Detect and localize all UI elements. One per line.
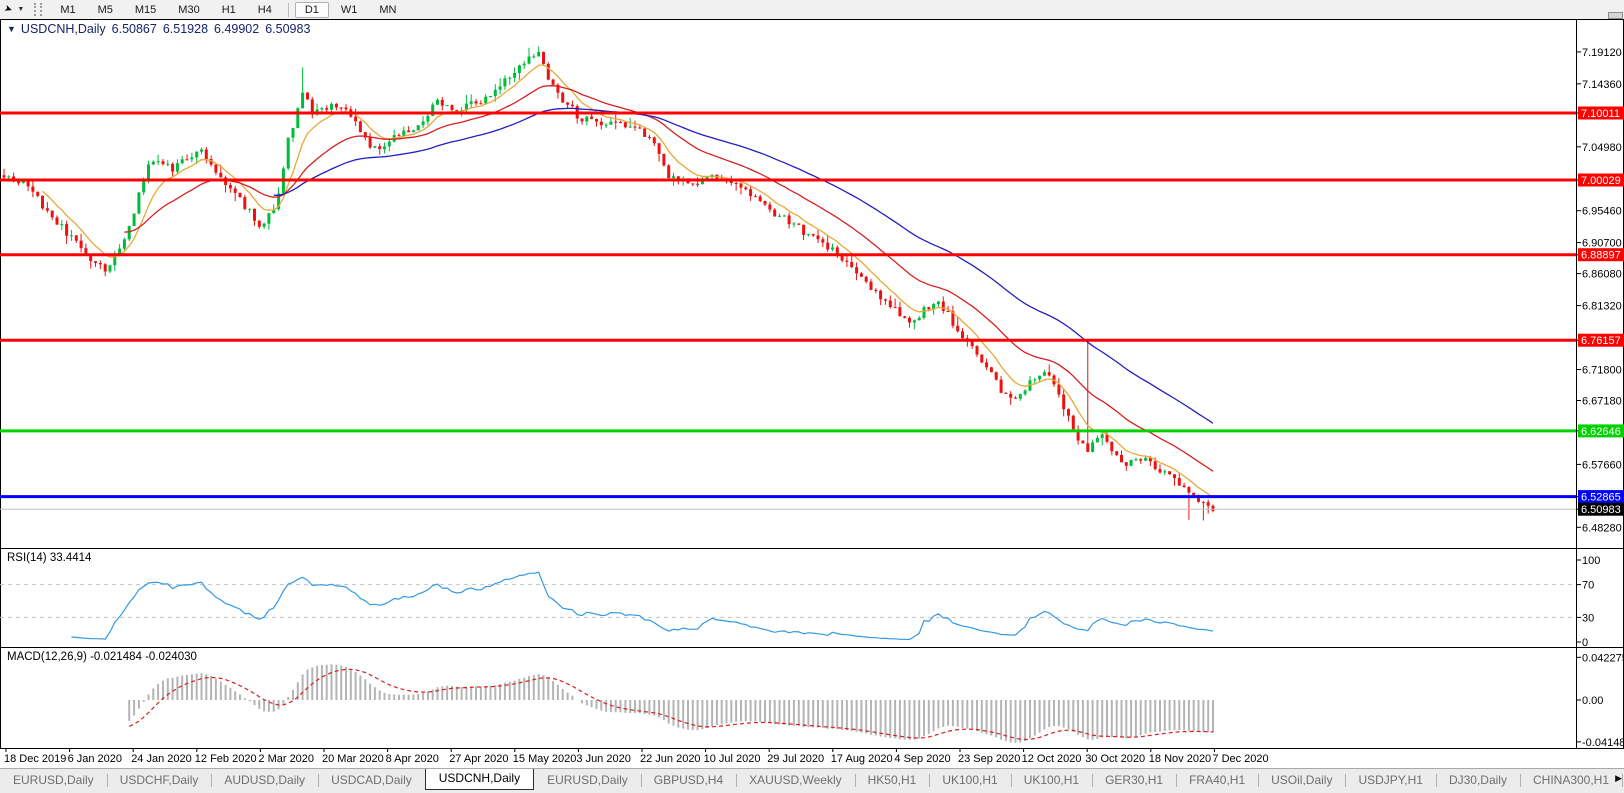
svg-text:18 Dec 2019: 18 Dec 2019 bbox=[4, 753, 66, 765]
tab-item-fra40-h1[interactable]: FRA40,H1 bbox=[1176, 771, 1258, 789]
high-value: 6.51928 bbox=[162, 22, 209, 36]
low-value: 6.49902 bbox=[214, 22, 260, 36]
svg-text:0: 0 bbox=[1582, 637, 1588, 649]
svg-text:6.88897: 6.88897 bbox=[1581, 250, 1621, 262]
svg-text:6.71800: 6.71800 bbox=[1582, 365, 1622, 377]
svg-text:6.95460: 6.95460 bbox=[1582, 206, 1622, 218]
svg-text:20 Mar 2020: 20 Mar 2020 bbox=[322, 753, 384, 765]
mt4-window: ➤ ▼ M1 M5 M15 M30 H1 H4 D1 W1 MN 7.19120 7.14360 7… bbox=[0, 0, 1624, 793]
svg-text:3 Jun 2020: 3 Jun 2020 bbox=[576, 753, 630, 765]
svg-text:70: 70 bbox=[1582, 580, 1594, 592]
svg-text:7.19120: 7.19120 bbox=[1582, 47, 1622, 59]
svg-text:6.81320: 6.81320 bbox=[1582, 301, 1622, 313]
svg-text:27 Apr 2020: 27 Apr 2020 bbox=[449, 753, 508, 765]
svg-text:7.04980: 7.04980 bbox=[1582, 142, 1622, 154]
svg-text:6.50983: 6.50983 bbox=[1581, 504, 1621, 516]
svg-text:23 Sep 2020: 23 Sep 2020 bbox=[958, 753, 1020, 765]
svg-text:10 Jul 2020: 10 Jul 2020 bbox=[704, 753, 761, 765]
close-value: 6.50983 bbox=[265, 22, 311, 36]
macd-label: MACD(12,26,9) -0.021484 -0.024030 bbox=[7, 651, 197, 675]
rsi-label: RSI(14) 33.4414 bbox=[7, 552, 91, 576]
svg-text:6.62646: 6.62646 bbox=[1581, 426, 1621, 438]
svg-text:6.67180: 6.67180 bbox=[1582, 396, 1622, 408]
svg-text:100: 100 bbox=[1582, 555, 1600, 567]
svg-text:6.52865: 6.52865 bbox=[1581, 492, 1621, 504]
rsi-name: RSI(14) bbox=[7, 552, 47, 564]
svg-text:2 Mar 2020: 2 Mar 2020 bbox=[258, 753, 314, 765]
svg-text:22 Jun 2020: 22 Jun 2020 bbox=[640, 753, 701, 765]
tab-item-uk100-h1[interactable]: UK100,H1 bbox=[929, 771, 1010, 789]
tab-item-gbpusd-h4[interactable]: GBPUSD,H4 bbox=[640, 771, 736, 789]
symbol-period-label: USDCNH,Daily bbox=[20, 22, 106, 36]
rsi-value: 33.4414 bbox=[49, 552, 92, 564]
svg-text:6.57660: 6.57660 bbox=[1582, 459, 1622, 471]
svg-text:30 Oct 2020: 30 Oct 2020 bbox=[1085, 753, 1145, 765]
svg-text:12 Oct 2020: 12 Oct 2020 bbox=[1022, 753, 1082, 765]
svg-text:0.042275: 0.042275 bbox=[1582, 652, 1624, 664]
svg-text:6.90700: 6.90700 bbox=[1582, 238, 1622, 250]
svg-text:24 Jan 2020: 24 Jan 2020 bbox=[131, 753, 192, 765]
chart-tab-bar: EURUSD,Daily USDCHF,Daily AUDUSD,Daily USDC… bbox=[0, 768, 1624, 791]
tab-item-china300-h1[interactable]: CHINA300,H1 bbox=[1519, 771, 1622, 789]
chart-canvas[interactable]: 7.19120 7.14360 7.10011 7.04980 7.00029 6.954… bbox=[0, 0, 1624, 768]
tab-item-usdcnh-daily[interactable]: USDCNH,Daily bbox=[424, 769, 535, 790]
svg-text:4 Sep 2020: 4 Sep 2020 bbox=[894, 753, 950, 765]
svg-text:7 Dec 2020: 7 Dec 2020 bbox=[1212, 753, 1268, 765]
svg-text:17 Aug 2020: 17 Aug 2020 bbox=[831, 753, 893, 765]
tab-item-usdcad-daily[interactable]: USDCAD,Daily bbox=[318, 771, 425, 789]
tab-item-usdchf-daily[interactable]: USDCHF,Daily bbox=[106, 771, 212, 789]
svg-text:7.00029: 7.00029 bbox=[1581, 175, 1621, 187]
macd-values: -0.021484 -0.024030 bbox=[90, 651, 197, 663]
svg-text:12 Feb 2020: 12 Feb 2020 bbox=[195, 753, 257, 765]
tab-item-eurusd-daily[interactable]: EURUSD,Daily bbox=[534, 771, 641, 789]
svg-text:29 Jul 2020: 29 Jul 2020 bbox=[767, 753, 824, 765]
tab-item-audusd-daily[interactable]: AUDUSD,Daily bbox=[211, 771, 318, 789]
tab-item-eurusd-daily[interactable]: EURUSD,Daily bbox=[0, 771, 107, 789]
svg-text:18 Nov 2020: 18 Nov 2020 bbox=[1149, 753, 1211, 765]
tab-item-usoil-daily[interactable]: USOil,Daily bbox=[1258, 771, 1345, 789]
svg-text:6.48280: 6.48280 bbox=[1582, 522, 1622, 534]
svg-text:7.10011: 7.10011 bbox=[1581, 108, 1620, 120]
svg-text:7.14360: 7.14360 bbox=[1582, 79, 1622, 91]
svg-text:15 May 2020: 15 May 2020 bbox=[513, 753, 577, 765]
svg-text:0.00: 0.00 bbox=[1582, 695, 1603, 707]
svg-text:6.86080: 6.86080 bbox=[1582, 269, 1622, 281]
tab-item-hk50-h1[interactable]: HK50,H1 bbox=[854, 771, 930, 789]
tab-item-uk100-h1[interactable]: UK100,H1 bbox=[1010, 771, 1092, 789]
svg-text:6.76157: 6.76157 bbox=[1581, 335, 1621, 347]
svg-text:6 Jan 2020: 6 Jan 2020 bbox=[68, 753, 122, 765]
tab-item-dj30-daily[interactable]: DJ30,Daily bbox=[1435, 771, 1520, 789]
symbol-caret-icon[interactable]: ▼ bbox=[7, 24, 16, 34]
chart-ohlc-title: ▼ USDCNH,Daily 6.50867 6.51928 6.49902 6.5098… bbox=[7, 22, 310, 50]
tab-item-ger30-h1[interactable]: GER30,H1 bbox=[1092, 771, 1176, 789]
tab-scroll-right-icon[interactable]: ▶ bbox=[1615, 773, 1622, 784]
svg-text:-0.04148: -0.04148 bbox=[1582, 737, 1624, 749]
tab-item-usdjpy-h1[interactable]: USDJPY,H1 bbox=[1345, 771, 1435, 789]
open-value: 6.50867 bbox=[111, 22, 157, 36]
tab-item-xauusd-weekly[interactable]: XAUUSD,Weekly bbox=[736, 771, 854, 789]
svg-text:30: 30 bbox=[1582, 612, 1594, 624]
svg-text:8 Apr 2020: 8 Apr 2020 bbox=[386, 753, 439, 765]
macd-name: MACD(12,26,9) bbox=[7, 651, 87, 663]
